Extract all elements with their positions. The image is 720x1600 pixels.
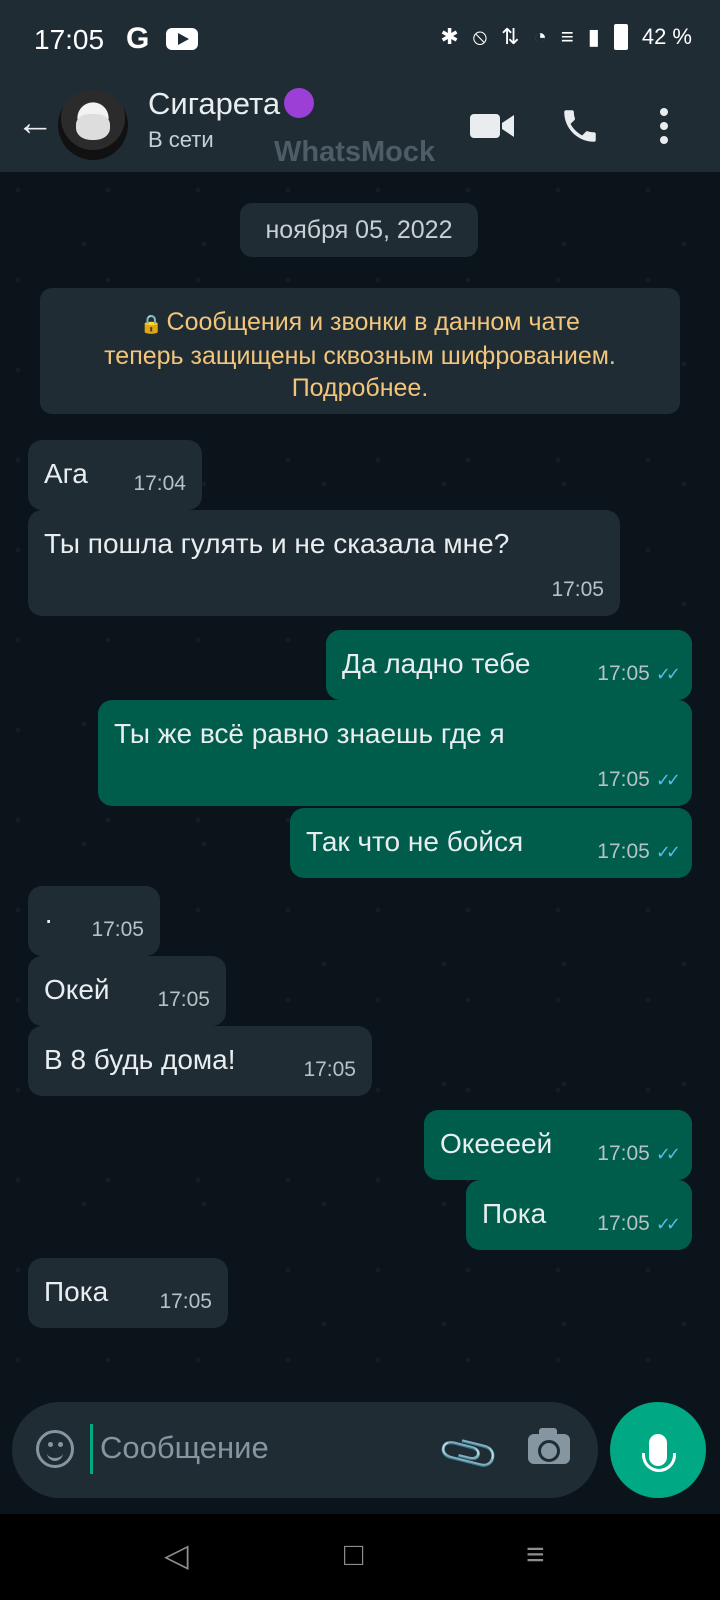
message-time: 17:05 <box>159 1290 212 1313</box>
microphone-icon <box>642 1434 676 1472</box>
message-text: Океееей <box>440 1128 553 1159</box>
message-composer: Сообщение 📎 <box>0 1394 720 1514</box>
message-input-box[interactable]: Сообщение 📎 <box>12 1402 598 1498</box>
message-time: 17:05 <box>91 918 144 941</box>
message-text: · <box>44 904 54 935</box>
encryption-notice[interactable]: 🔒 Сообщения и звонки в данном чате теперь… <box>40 288 680 414</box>
message-time: 17:05 <box>597 840 650 863</box>
volte-icon: ≡ <box>560 24 574 49</box>
chat-area[interactable]: ноября 05, 2022 🔒 Сообщения и звонки в да… <box>0 172 720 1394</box>
message-text: Ты же всё равно знаешь где я <box>114 718 505 749</box>
google-icon: G <box>126 22 150 55</box>
emoji-icon[interactable] <box>36 1430 74 1468</box>
message-bubble[interactable]: Окей 17:05 <box>28 956 226 1026</box>
message-text: Ага <box>44 458 88 489</box>
message-time: 17:05 <box>597 1212 650 1235</box>
message-bubble[interactable]: Ты же всё равно знаешь где я 17:05 ✓✓ <box>98 700 692 806</box>
app-watermark: WhatsMock <box>274 136 436 168</box>
devil-emoji-icon <box>284 88 315 118</box>
message-text: Ты пошла гулять и не сказала мне? <box>44 528 510 559</box>
read-checkmarks-icon: ✓✓ <box>655 1144 681 1164</box>
message-bubble[interactable]: Ага 17:04 <box>28 440 202 510</box>
status-time: 17:05 <box>34 24 105 55</box>
phone-call-icon[interactable] <box>552 98 608 154</box>
contact-name[interactable]: Сигарета <box>148 86 315 122</box>
message-time: 17:05 <box>303 1058 356 1081</box>
status-bar: 17:05 G ✱ ⦸ ⇅ ◔ ≡ ▮ 42 % <box>0 0 720 80</box>
encryption-line-1: Сообщения и звонки в данном чате <box>166 308 580 336</box>
encryption-learn-more[interactable]: Подробнее. <box>292 374 429 402</box>
muted-bell-icon: ⦸ <box>472 24 488 49</box>
battery-percent: 42 % <box>641 24 692 49</box>
message-bubble[interactable]: Океееей 17:05 ✓✓ <box>424 1110 692 1180</box>
camera-icon[interactable] <box>528 1428 570 1464</box>
message-time: 17:04 <box>133 472 186 495</box>
read-checkmarks-icon: ✓✓ <box>655 1214 681 1234</box>
message-bubble[interactable]: · 17:05 <box>28 886 160 956</box>
read-checkmarks-icon: ✓✓ <box>655 770 681 790</box>
nav-home-icon[interactable]: □ <box>344 1536 363 1573</box>
read-checkmarks-icon: ✓✓ <box>655 664 681 684</box>
video-call-icon[interactable] <box>464 98 520 154</box>
youtube-icon <box>166 28 198 50</box>
message-meta: 17:05 ✓✓ <box>597 662 681 686</box>
lock-icon: 🔒 <box>140 314 163 334</box>
message-text: В 8 будь дома! <box>44 1044 236 1075</box>
nav-recents-icon[interactable]: ≡ <box>526 1536 545 1573</box>
message-bubble[interactable]: Пока 17:05 <box>28 1258 228 1328</box>
system-navigation-bar: ◁ □ ≡ <box>0 1514 720 1600</box>
data-arrows-icon: ⇅ <box>501 24 520 49</box>
message-meta: 17:05 ✓✓ <box>597 768 681 792</box>
microphone-button[interactable] <box>610 1402 706 1498</box>
battery-icon <box>613 24 628 50</box>
bluetooth-icon: ✱ <box>440 24 459 49</box>
nav-back-icon[interactable]: ◁ <box>164 1536 189 1574</box>
message-bubble[interactable]: В 8 будь дома! 17:05 <box>28 1026 372 1096</box>
contact-name-text: Сигарета <box>148 86 281 121</box>
wifi-icon: ◔ <box>533 24 547 49</box>
message-time: 17:05 <box>597 662 650 685</box>
encryption-line-2: теперь защищены сквозным шифрованием. <box>104 342 616 370</box>
message-meta: 17:05 ✓✓ <box>597 1212 681 1236</box>
read-checkmarks-icon: ✓✓ <box>655 842 681 862</box>
back-arrow-icon[interactable]: ← <box>16 102 54 145</box>
message-time: 17:05 <box>551 578 604 601</box>
message-input[interactable]: Сообщение <box>100 1430 269 1466</box>
message-bubble[interactable]: Так что не бойся 17:05 ✓✓ <box>290 808 692 878</box>
message-bubble[interactable]: Ты пошла гулять и не сказала мне? 17:05 <box>28 510 620 616</box>
text-cursor <box>90 1424 93 1474</box>
message-time: 17:05 <box>157 988 210 1011</box>
message-text: Окей <box>44 974 110 1005</box>
contact-status: В сети <box>148 127 214 152</box>
more-options-icon[interactable] <box>636 98 692 154</box>
signal-icon: ▮ <box>587 24 600 49</box>
message-time: 17:05 <box>597 768 650 791</box>
date-chip: ноября 05, 2022 <box>240 203 478 257</box>
message-text: Так что не бойся <box>306 826 524 857</box>
message-time: 17:05 <box>597 1142 650 1165</box>
message-text: Пока <box>482 1198 547 1229</box>
attach-icon[interactable]: 📎 <box>435 1420 503 1487</box>
message-meta: 17:05 ✓✓ <box>597 1142 681 1166</box>
message-bubble[interactable]: Пока 17:05 ✓✓ <box>466 1180 692 1250</box>
message-bubble[interactable]: Да ладно тебе 17:05 ✓✓ <box>326 630 692 700</box>
status-icons: ✱ ⦸ ⇅ ◔ ≡ ▮ 42 % <box>440 24 692 50</box>
message-meta: 17:05 ✓✓ <box>597 840 681 864</box>
message-text: Пока <box>44 1276 109 1307</box>
avatar[interactable] <box>58 90 128 160</box>
message-text: Да ладно тебе <box>342 648 531 679</box>
